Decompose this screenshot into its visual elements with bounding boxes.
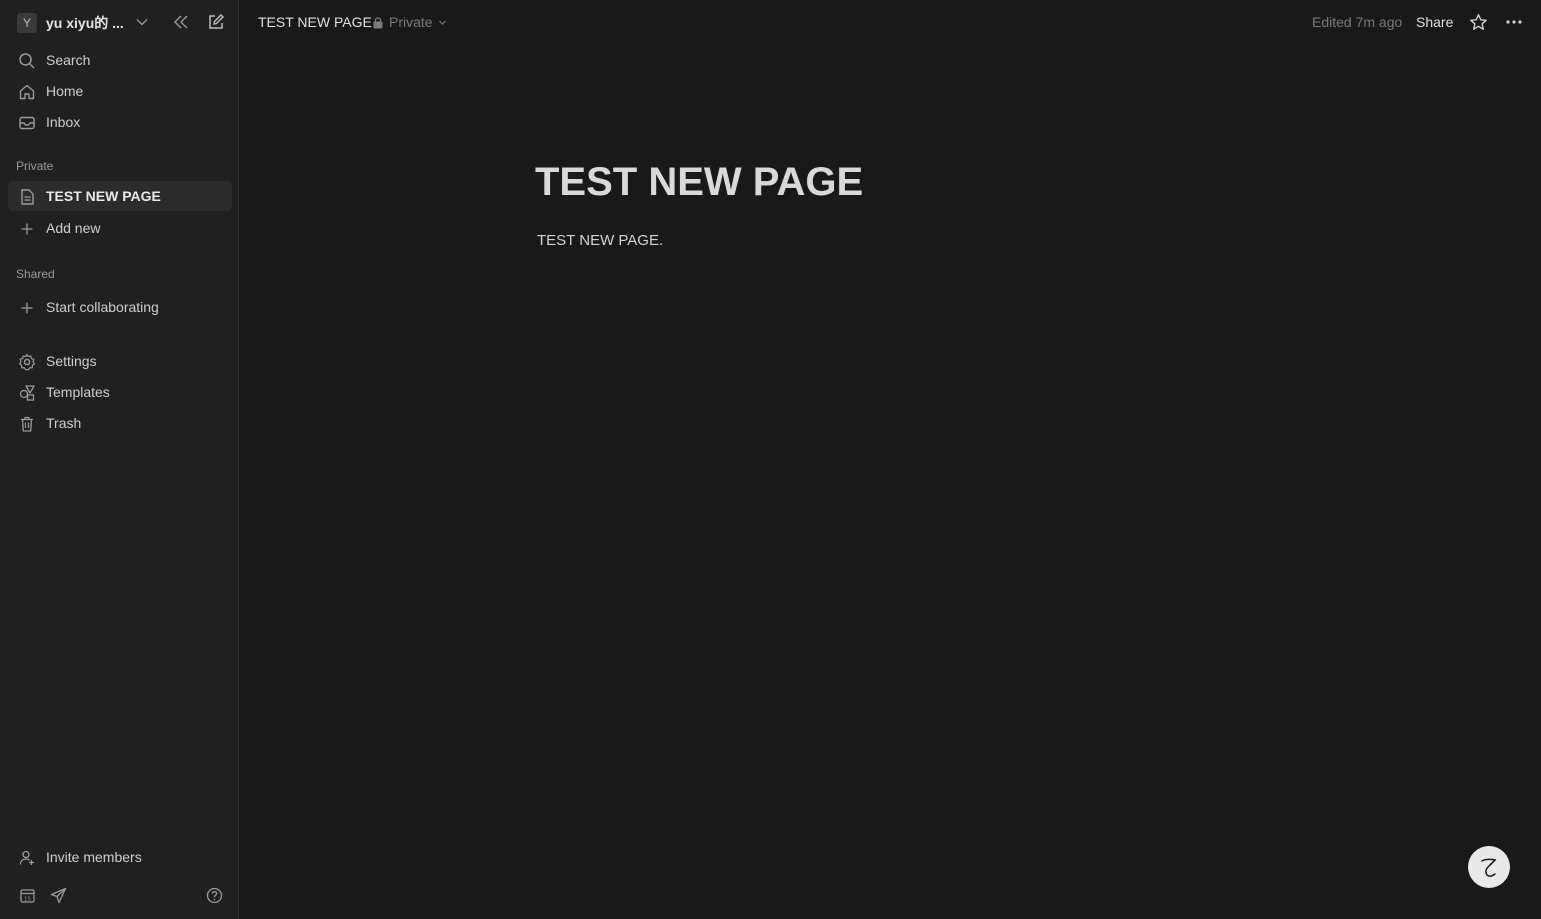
collapse-sidebar-icon[interactable] (171, 12, 191, 32)
sidebar-item-inbox[interactable]: Inbox (8, 107, 232, 137)
sidebar-item-label: Start collaborating (46, 299, 159, 315)
sidebar-item-settings[interactable]: Settings (8, 346, 232, 376)
sidebar-item-label: Inbox (46, 114, 81, 130)
chevron-down-icon[interactable] (134, 14, 150, 30)
page-body-text[interactable]: TEST NEW PAGE. (537, 232, 663, 249)
lock-icon (373, 16, 383, 28)
sidebar-item-label: Settings (46, 353, 97, 369)
workspace-switcher[interactable]: Y yu xiyu的 ... (0, 0, 239, 44)
home-icon (17, 82, 37, 102)
sidebar-item-label: Home (46, 83, 84, 99)
sidebar-item-label: TEST NEW PAGE (46, 188, 161, 204)
sidebar-item-label: Add new (46, 220, 101, 236)
chevron-down-icon (438, 20, 446, 25)
sidebar-item-label: Search (46, 52, 91, 68)
trash-icon (17, 414, 37, 434)
search-icon (17, 51, 37, 71)
privacy-label: Private (389, 14, 433, 30)
page-icon (17, 187, 37, 207)
svg-text:15: 15 (24, 896, 31, 902)
edited-timestamp: Edited 7m ago (1312, 14, 1403, 30)
more-options-icon[interactable] (1503, 11, 1525, 33)
inbox-icon (17, 113, 37, 133)
share-button[interactable]: Share (1416, 14, 1453, 30)
privacy-selector[interactable]: Private (372, 14, 447, 30)
plus-icon (17, 298, 37, 318)
workspace-avatar: Y (17, 13, 37, 33)
templates-icon (17, 383, 37, 403)
section-label-private: Private (16, 159, 54, 173)
calendar-icon[interactable]: 15 (17, 885, 37, 905)
sidebar-item-label: Invite members (46, 849, 142, 865)
add-user-icon (17, 848, 37, 868)
sidebar-item-home[interactable]: Home (8, 76, 232, 106)
sidebar-item-label: Templates (46, 384, 110, 400)
new-page-icon[interactable] (205, 11, 227, 33)
star-icon[interactable] (1467, 11, 1489, 33)
workspace-name: yu xiyu的 ... (46, 15, 124, 31)
plus-icon (17, 219, 37, 239)
gear-icon (17, 352, 37, 372)
breadcrumb-page-title[interactable]: TEST NEW PAGE (258, 14, 372, 30)
send-icon[interactable] (48, 885, 68, 905)
sidebar-item-add-new[interactable]: Add new (8, 213, 232, 243)
invite-members-button[interactable]: Invite members (8, 842, 232, 872)
sidebar-item-start-collaborating[interactable]: Start collaborating (8, 292, 232, 322)
section-label-shared: Shared (16, 267, 55, 281)
sidebar: Y yu xiyu的 ... Search Home Inbox Private (0, 0, 239, 919)
help-icon[interactable] (204, 885, 224, 905)
page-title[interactable]: TEST NEW PAGE (535, 160, 863, 205)
sidebar-item-templates[interactable]: Templates (8, 377, 232, 407)
sidebar-item-test-new-page[interactable]: TEST NEW PAGE (8, 181, 232, 211)
sidebar-item-trash[interactable]: Trash (8, 408, 232, 438)
ai-assistant-button[interactable] (1468, 846, 1510, 888)
ai-face-icon (1481, 858, 1497, 877)
sidebar-item-label: Trash (46, 415, 82, 431)
sidebar-item-search[interactable]: Search (8, 45, 232, 75)
